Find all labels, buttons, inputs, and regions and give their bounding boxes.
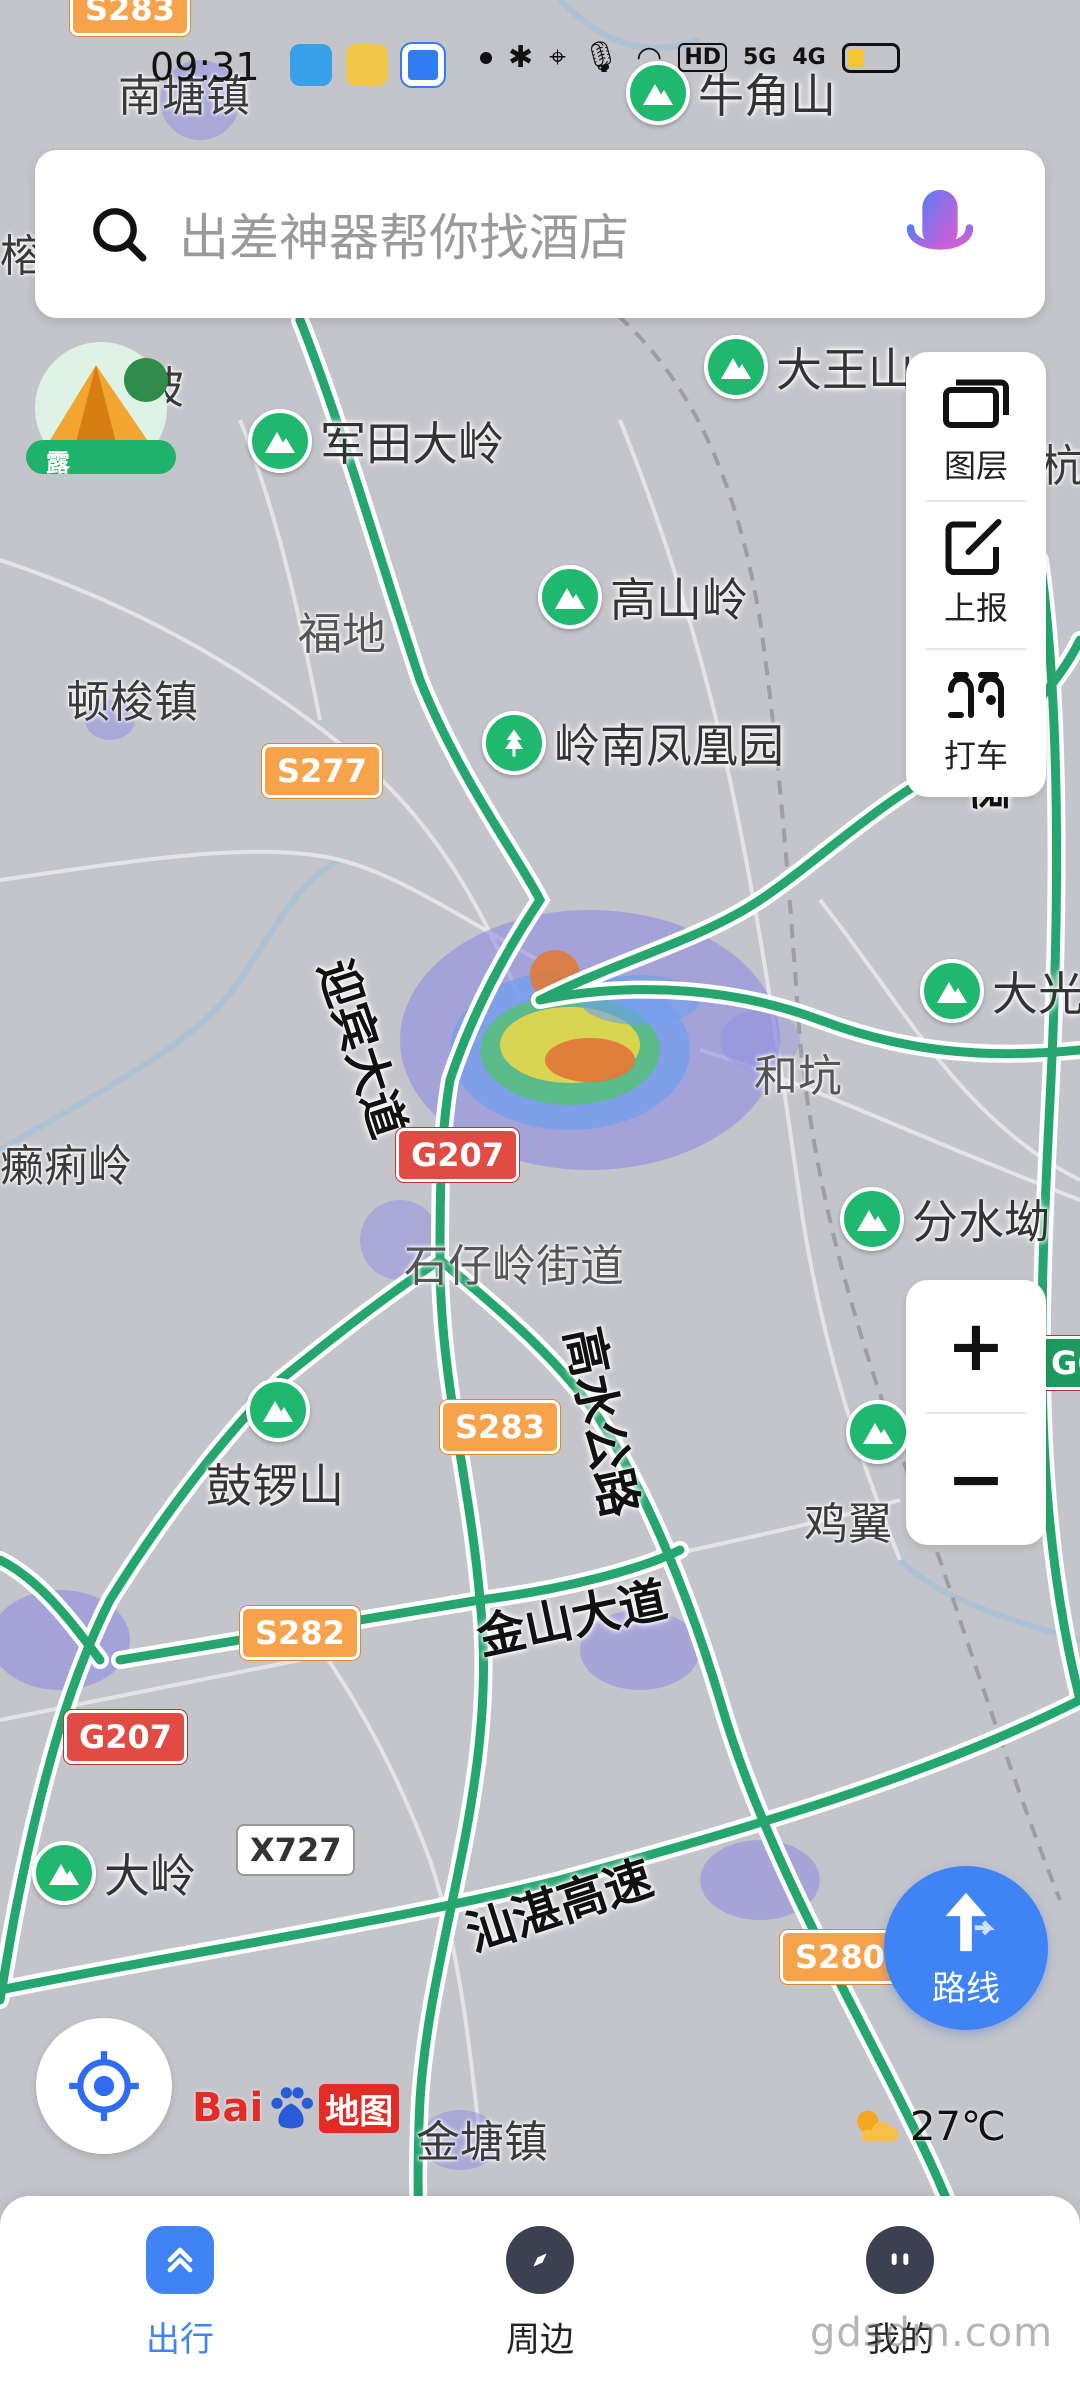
place-laili: 癞痢岭 bbox=[0, 1141, 132, 1192]
voice-microphone-icon[interactable] bbox=[895, 184, 985, 284]
signal-5g: 5G bbox=[743, 45, 777, 70]
watermark: gdsdm.com bbox=[810, 2310, 1054, 2356]
nav-travel[interactable]: 出行 bbox=[90, 2226, 270, 2376]
shield-g207-b: G207 bbox=[64, 1710, 188, 1764]
battery-icon bbox=[841, 42, 900, 73]
report-icon bbox=[945, 519, 1002, 575]
search-icon bbox=[93, 208, 147, 262]
locate-me-button[interactable] bbox=[36, 2018, 172, 2154]
camp-label: 露 bbox=[46, 449, 70, 477]
place-hang: 杭 bbox=[1040, 441, 1080, 492]
dot-icon bbox=[480, 51, 492, 64]
wifi-icon: ◠ bbox=[636, 40, 663, 75]
travel-icon bbox=[146, 2226, 214, 2294]
bluetooth-icon: ✱ bbox=[508, 40, 534, 75]
route-arrow-icon bbox=[945, 1892, 995, 1951]
mountain-icon bbox=[840, 1187, 904, 1251]
location-icon: ⌖ bbox=[549, 40, 567, 75]
shield-s280: S280 bbox=[780, 1930, 900, 1984]
status-time: 09:31 bbox=[150, 45, 260, 89]
notification-icons bbox=[290, 44, 444, 86]
mountain-icon bbox=[538, 565, 602, 629]
report-button[interactable]: 上报 bbox=[906, 502, 1046, 642]
poi-jiyi-pin[interactable] bbox=[846, 1400, 910, 1464]
hd-badge: HD bbox=[678, 43, 727, 72]
camping-entry[interactable]: 露 bbox=[26, 340, 176, 480]
signal-4g: 4G bbox=[792, 45, 826, 70]
place-shizaijing: 石仔岭街道 bbox=[404, 1241, 624, 1292]
mountain-icon bbox=[846, 1400, 910, 1464]
bottom-navigation: 出行 周边 我的 bbox=[0, 2196, 1080, 2400]
poi-gaoshan[interactable]: 高山岭 bbox=[538, 564, 748, 630]
place-fudi: 福地 bbox=[298, 609, 386, 660]
taxi-button[interactable]: 打车 bbox=[906, 650, 1046, 790]
poi-juntian[interactable]: 军田大岭 bbox=[248, 408, 504, 474]
mountain-icon bbox=[248, 409, 312, 473]
place-jintang: 金塘镇 bbox=[416, 2117, 548, 2168]
zoom-in-button[interactable]: + bbox=[906, 1280, 1046, 1412]
paw-icon bbox=[271, 2087, 314, 2129]
temperature: 27℃ bbox=[910, 2104, 1006, 2150]
poi-daling[interactable]: 大岭 bbox=[32, 1840, 196, 1906]
shield-s277: S277 bbox=[262, 744, 382, 798]
mountain-icon bbox=[246, 1378, 310, 1442]
route-button[interactable]: 路线 bbox=[884, 1866, 1048, 2030]
search-placeholder[interactable]: 出差神器帮你找酒店 bbox=[179, 198, 629, 270]
profile-icon bbox=[866, 2226, 934, 2294]
weibo-icon bbox=[346, 44, 388, 86]
mountain-icon bbox=[704, 335, 768, 399]
status-bar: 09:31 ✱ ⌖ 🎙 ◠ HD 5G 4G bbox=[0, 0, 1080, 130]
crosshair-icon bbox=[69, 2051, 139, 2121]
map-tools-panel: 图层 上报 打车 bbox=[906, 352, 1046, 797]
tree-icon bbox=[482, 711, 546, 775]
mountain-icon bbox=[920, 959, 984, 1023]
weather-widget[interactable]: 27℃ bbox=[848, 2104, 1006, 2150]
place-dunsuo: 顿梭镇 bbox=[66, 677, 198, 728]
nav-nearby[interactable]: 周边 bbox=[450, 2226, 630, 2376]
zoom-control: + − bbox=[906, 1280, 1046, 1545]
poi-daguang[interactable]: 大光 bbox=[920, 958, 1080, 1024]
shield-x727: X727 bbox=[236, 1824, 356, 1876]
mountain-icon bbox=[32, 1841, 96, 1905]
poi-fenshui[interactable]: 分水坳 bbox=[840, 1186, 1050, 1252]
system-status: ✱ ⌖ 🎙 ◠ HD 5G 4G bbox=[480, 40, 900, 75]
telegram-icon bbox=[290, 44, 332, 86]
zoom-out-button[interactable]: − bbox=[906, 1413, 1046, 1545]
shield-s283: S283 bbox=[440, 1400, 560, 1454]
poi-guluo[interactable]: 鼓锣山 bbox=[206, 1378, 344, 1516]
place-hekeng: 和坑 bbox=[754, 1051, 842, 1102]
poi-lingnan[interactable]: 岭南凤凰园 bbox=[482, 710, 784, 776]
search-bar[interactable]: 出差神器帮你找酒店 bbox=[35, 150, 1045, 318]
taxi-icon bbox=[948, 672, 1004, 718]
partly-cloudy-icon bbox=[857, 2110, 899, 2142]
layers-button[interactable]: 图层 bbox=[906, 360, 1046, 500]
shield-g207-a: G207 bbox=[396, 1128, 520, 1182]
compass-icon bbox=[506, 2226, 574, 2294]
poi-dawang[interactable]: 大王山 bbox=[704, 334, 914, 400]
microphone-icon: 🎙 bbox=[582, 40, 621, 75]
baidu-map-logo: Bai 地图 bbox=[192, 2080, 400, 2136]
place-jiyi: 鸡翼 bbox=[804, 1499, 892, 1550]
layers-icon bbox=[943, 379, 1009, 428]
app-icon bbox=[402, 44, 444, 86]
shield-s282: S282 bbox=[240, 1606, 360, 1660]
